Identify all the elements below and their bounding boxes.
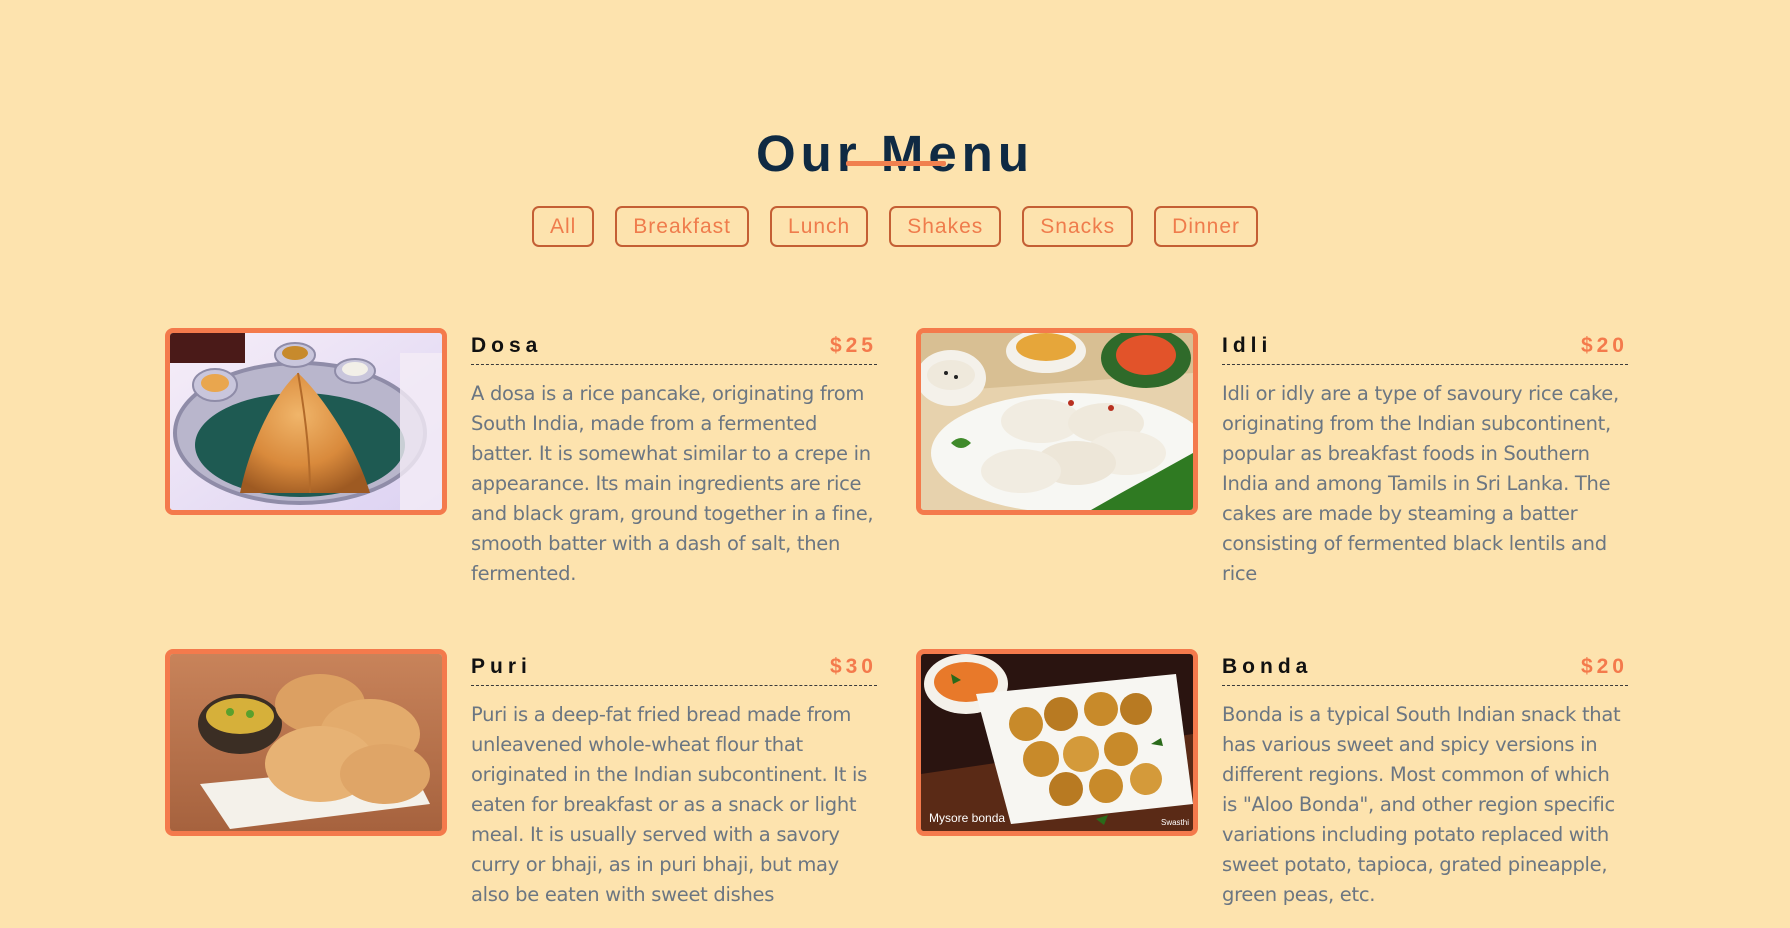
item-price: $25: [829, 334, 877, 357]
item-price: $30: [829, 655, 877, 678]
filter-shakes-button[interactable]: Shakes: [889, 206, 1002, 247]
bonda-info: Bonda $20 Bonda is a typical South India…: [1222, 649, 1628, 928]
category-filters: All Breakfast Lunch Shakes Snacks Dinner: [0, 206, 1790, 247]
item-name: Idli: [1222, 334, 1273, 357]
puri-info: Puri $30 Puri is a deep-fat fried bread …: [471, 649, 877, 928]
menu-item-puri: Puri $30 Puri is a deep-fat fried bread …: [165, 649, 900, 919]
item-description: A dosa is a rice pancake, originating fr…: [471, 382, 874, 585]
item-description: Bonda is a typical South Indian snack th…: [1222, 703, 1621, 906]
item-description: Idli or idly are a type of savoury rice …: [1222, 382, 1619, 585]
filter-all-button[interactable]: All: [531, 206, 595, 247]
photo-caption: Mysore bonda: [929, 811, 1006, 825]
title-underline: [846, 161, 946, 166]
filter-breakfast-button[interactable]: Breakfast: [615, 206, 750, 247]
item-name: Bonda: [1222, 655, 1313, 678]
menu-item-bonda: Mysore bonda Swasthi Bonda $20 Bonda is …: [916, 649, 1651, 919]
item-header: Idli $20: [1222, 328, 1628, 365]
dosa-info: Dosa $25 A dosa is a rice pancake, origi…: [471, 328, 877, 609]
filter-snacks-button[interactable]: Snacks: [1022, 206, 1134, 247]
idli-photo: [916, 328, 1198, 515]
puri-photo: [165, 649, 447, 836]
menu-item-dosa: Dosa $25 A dosa is a rice pancake, origi…: [165, 328, 900, 598]
dosa-photo: [165, 328, 447, 515]
idli-info: Idli $20 Idli or idly are a type of savo…: [1222, 328, 1628, 609]
menu-item-idli: Idli $20 Idli or idly are a type of savo…: [916, 328, 1651, 598]
item-header: Bonda $20: [1222, 649, 1628, 686]
item-header: Puri $30: [471, 649, 877, 686]
item-name: Dosa: [471, 334, 543, 357]
item-price: $20: [1580, 655, 1628, 678]
page-title: Our Menu: [756, 125, 1034, 183]
bonda-photo: Mysore bonda Swasthi: [916, 649, 1198, 836]
item-price: $20: [1580, 334, 1628, 357]
item-name: Puri: [471, 655, 532, 678]
photo-credit: Swasthi: [1160, 818, 1189, 827]
item-header: Dosa $25: [471, 328, 877, 365]
filter-dinner-button[interactable]: Dinner: [1154, 206, 1259, 247]
filter-lunch-button[interactable]: Lunch: [770, 206, 869, 247]
item-description: Puri is a deep-fat fried bread made from…: [471, 703, 867, 906]
